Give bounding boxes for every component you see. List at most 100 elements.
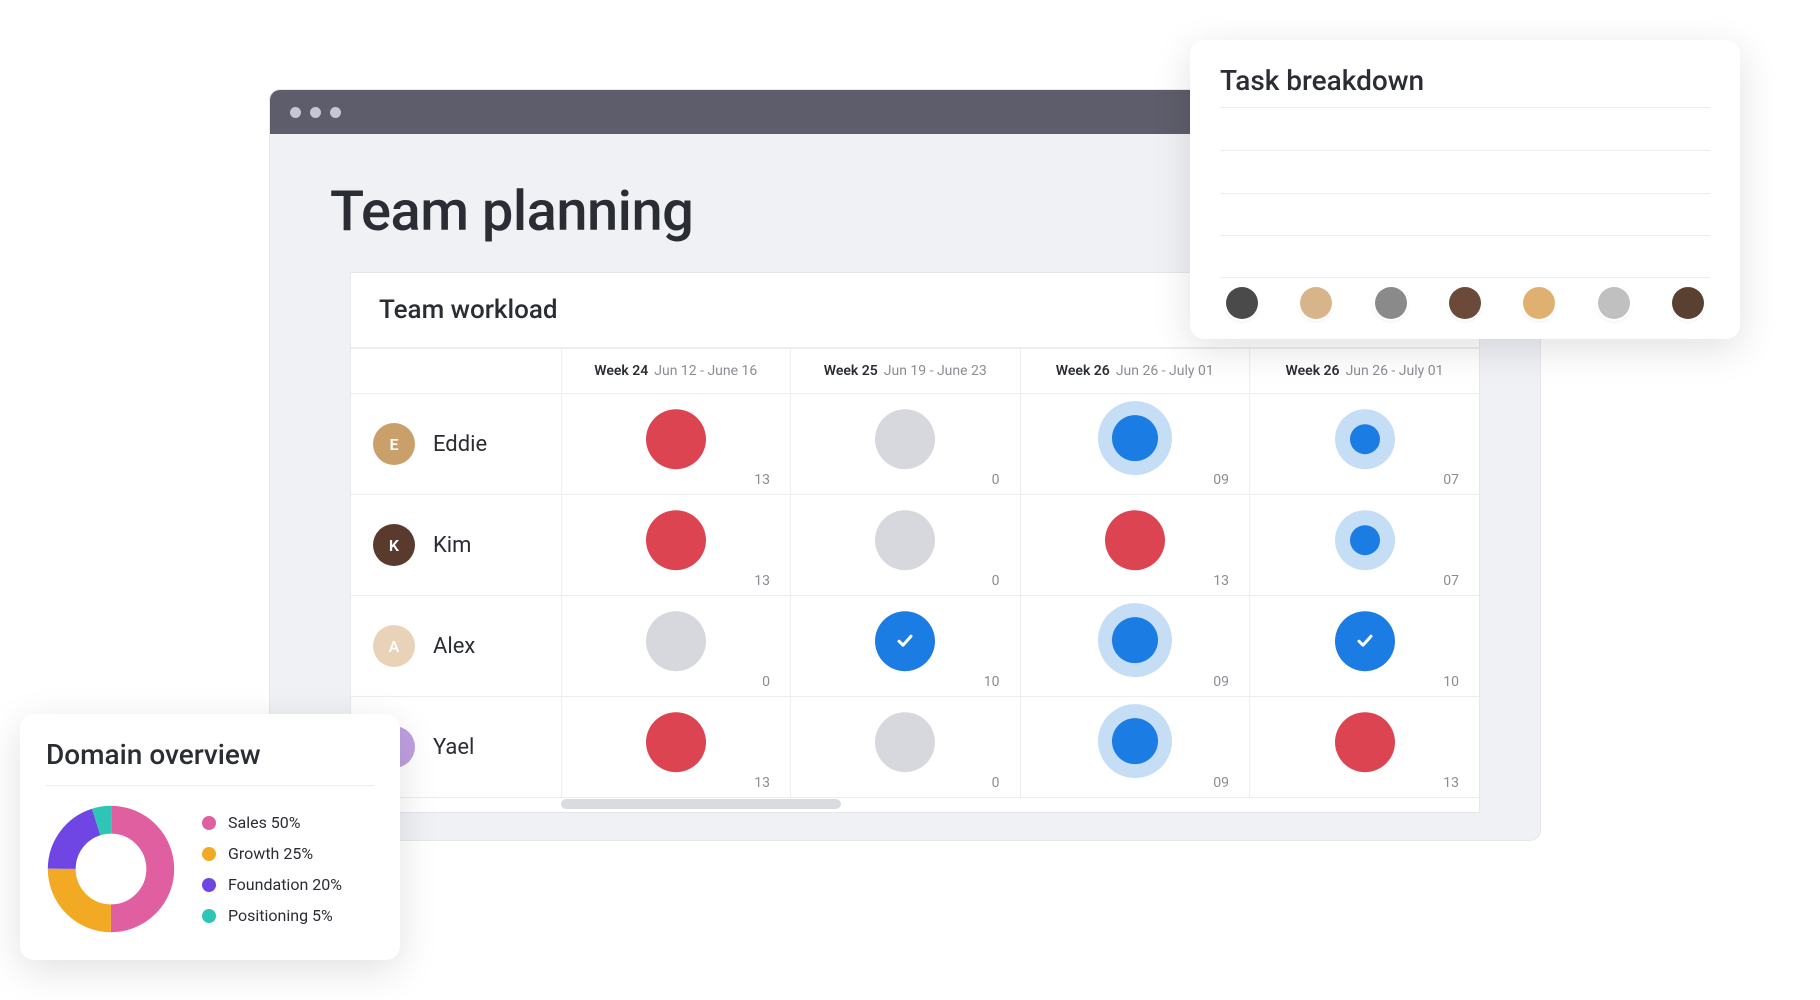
workload-cell[interactable]: 10	[1250, 596, 1479, 696]
status-bubble	[646, 611, 706, 671]
legend-label: Positioning 5%	[228, 906, 333, 925]
domain-donut-chart	[46, 804, 176, 934]
cell-count: 13	[754, 573, 770, 589]
team-workload-panel: Team workload Week 24Jun 12 - June 16Wee…	[350, 272, 1480, 813]
status-bubble	[646, 510, 706, 570]
workload-table: Week 24 Jun 12 - June 16 Week 25Jun 19 - J…	[351, 348, 1479, 798]
workload-cell[interactable]: 13	[562, 697, 791, 797]
task-breakdown-title: Task breakdown	[1220, 64, 1710, 97]
person-cell[interactable]: E Eddie	[351, 405, 561, 483]
week-number: Week 24	[594, 363, 648, 379]
legend-swatch	[202, 816, 216, 830]
cell-count: 13	[1443, 775, 1459, 791]
person-cell[interactable]: A Alex	[351, 607, 561, 685]
status-bubble	[875, 712, 935, 772]
avatar	[1375, 287, 1407, 319]
status-bubble	[875, 510, 935, 570]
legend-label: Growth 25%	[228, 844, 313, 863]
avatar	[1598, 287, 1630, 319]
cell-count: 13	[754, 472, 770, 488]
status-bubble	[1098, 603, 1172, 677]
cell-count: 10	[1443, 674, 1459, 690]
workload-cell[interactable]: 13	[1021, 495, 1250, 595]
window-control-min[interactable]	[310, 107, 321, 118]
workload-cell[interactable]: 0	[791, 697, 1020, 797]
status-bubble	[1335, 510, 1395, 570]
person-name: Kim	[433, 533, 471, 558]
week-header: Week 26Jun 26 - July 01	[1250, 349, 1480, 394]
status-bubble	[1335, 712, 1395, 772]
person-name: Eddie	[433, 432, 487, 457]
avatar	[1300, 287, 1332, 319]
check-icon	[894, 630, 916, 652]
workload-cell[interactable]: 07	[1250, 394, 1479, 494]
avatar	[1672, 287, 1704, 319]
horizontal-scrollbar[interactable]	[351, 796, 1479, 812]
avatar	[1523, 287, 1555, 319]
week-header: Week 24 Jun 12 - June 16	[561, 349, 791, 394]
cell-count: 0	[992, 573, 1000, 589]
status-bubble	[875, 409, 935, 469]
legend-swatch	[202, 909, 216, 923]
cell-count: 0	[992, 775, 1000, 791]
task-breakdown-card: Task breakdown	[1190, 40, 1740, 339]
table-row: A Alex 0 10 09 10	[351, 596, 1479, 697]
legend-item[interactable]: Foundation 20%	[202, 875, 342, 894]
workload-cell[interactable]: 0	[562, 596, 791, 696]
workload-cell[interactable]: 09	[1021, 697, 1250, 797]
person-name: Alex	[433, 634, 475, 659]
cell-count: 10	[984, 674, 1000, 690]
cell-count: 13	[754, 775, 770, 791]
domain-overview-title: Domain overview	[46, 738, 374, 771]
legend-item[interactable]: Sales 50%	[202, 813, 342, 832]
workload-cell[interactable]: 10	[791, 596, 1020, 696]
status-bubble	[875, 611, 935, 671]
status-bubble	[646, 712, 706, 772]
table-row: E Eddie 13 0 09 07	[351, 394, 1479, 495]
status-bubble	[1335, 611, 1395, 671]
week-header: Week 26Jun 26 - July 01	[1020, 349, 1250, 394]
status-bubble	[1098, 704, 1172, 778]
cell-count: 09	[1213, 775, 1229, 791]
week-number: Week 26	[1286, 363, 1340, 379]
cell-count: 09	[1213, 472, 1229, 488]
status-bubble	[1105, 510, 1165, 570]
workload-cell[interactable]: 0	[791, 394, 1020, 494]
workload-cell[interactable]: 09	[1021, 596, 1250, 696]
task-breakdown-chart	[1220, 107, 1710, 277]
cell-count: 07	[1443, 472, 1459, 488]
table-row: Y Yael 13 0 09 13	[351, 697, 1479, 798]
workload-cell[interactable]: 13	[562, 495, 791, 595]
workload-cell[interactable]: 07	[1250, 495, 1479, 595]
workload-cell[interactable]: 0	[791, 495, 1020, 595]
cell-count: 09	[1213, 674, 1229, 690]
legend-item[interactable]: Positioning 5%	[202, 906, 342, 925]
workload-cell[interactable]: 09	[1021, 394, 1250, 494]
domain-legend: Sales 50% Growth 25% Foundation 20% Posi…	[202, 813, 342, 925]
workload-cell[interactable]: 13	[1250, 697, 1479, 797]
avatar: K	[373, 524, 415, 566]
avatar: E	[373, 423, 415, 465]
status-bubble	[1335, 409, 1395, 469]
cell-count: 0	[992, 472, 1000, 488]
avatar: A	[373, 625, 415, 667]
cell-count: 07	[1443, 573, 1459, 589]
legend-item[interactable]: Growth 25%	[202, 844, 342, 863]
person-cell[interactable]: K Kim	[351, 506, 561, 584]
week-number: Week 25	[824, 363, 878, 379]
avatar	[1449, 287, 1481, 319]
workload-cell[interactable]: 13	[562, 394, 791, 494]
legend-label: Foundation 20%	[228, 875, 342, 894]
cell-count: 0	[762, 674, 770, 690]
week-range: Jun 12 - June 16	[654, 363, 757, 379]
window-control-max[interactable]	[330, 107, 341, 118]
legend-swatch	[202, 878, 216, 892]
table-row: K Kim 13 0 13 07	[351, 495, 1479, 596]
week-header: Week 25Jun 19 - June 23	[791, 349, 1021, 394]
legend-label: Sales 50%	[228, 813, 301, 832]
window-control-close[interactable]	[290, 107, 301, 118]
cell-count: 13	[1213, 573, 1229, 589]
status-bubble	[646, 409, 706, 469]
domain-overview-card: Domain overview Sales 50% Growth 25% Fou…	[20, 714, 400, 960]
avatar	[1226, 287, 1258, 319]
